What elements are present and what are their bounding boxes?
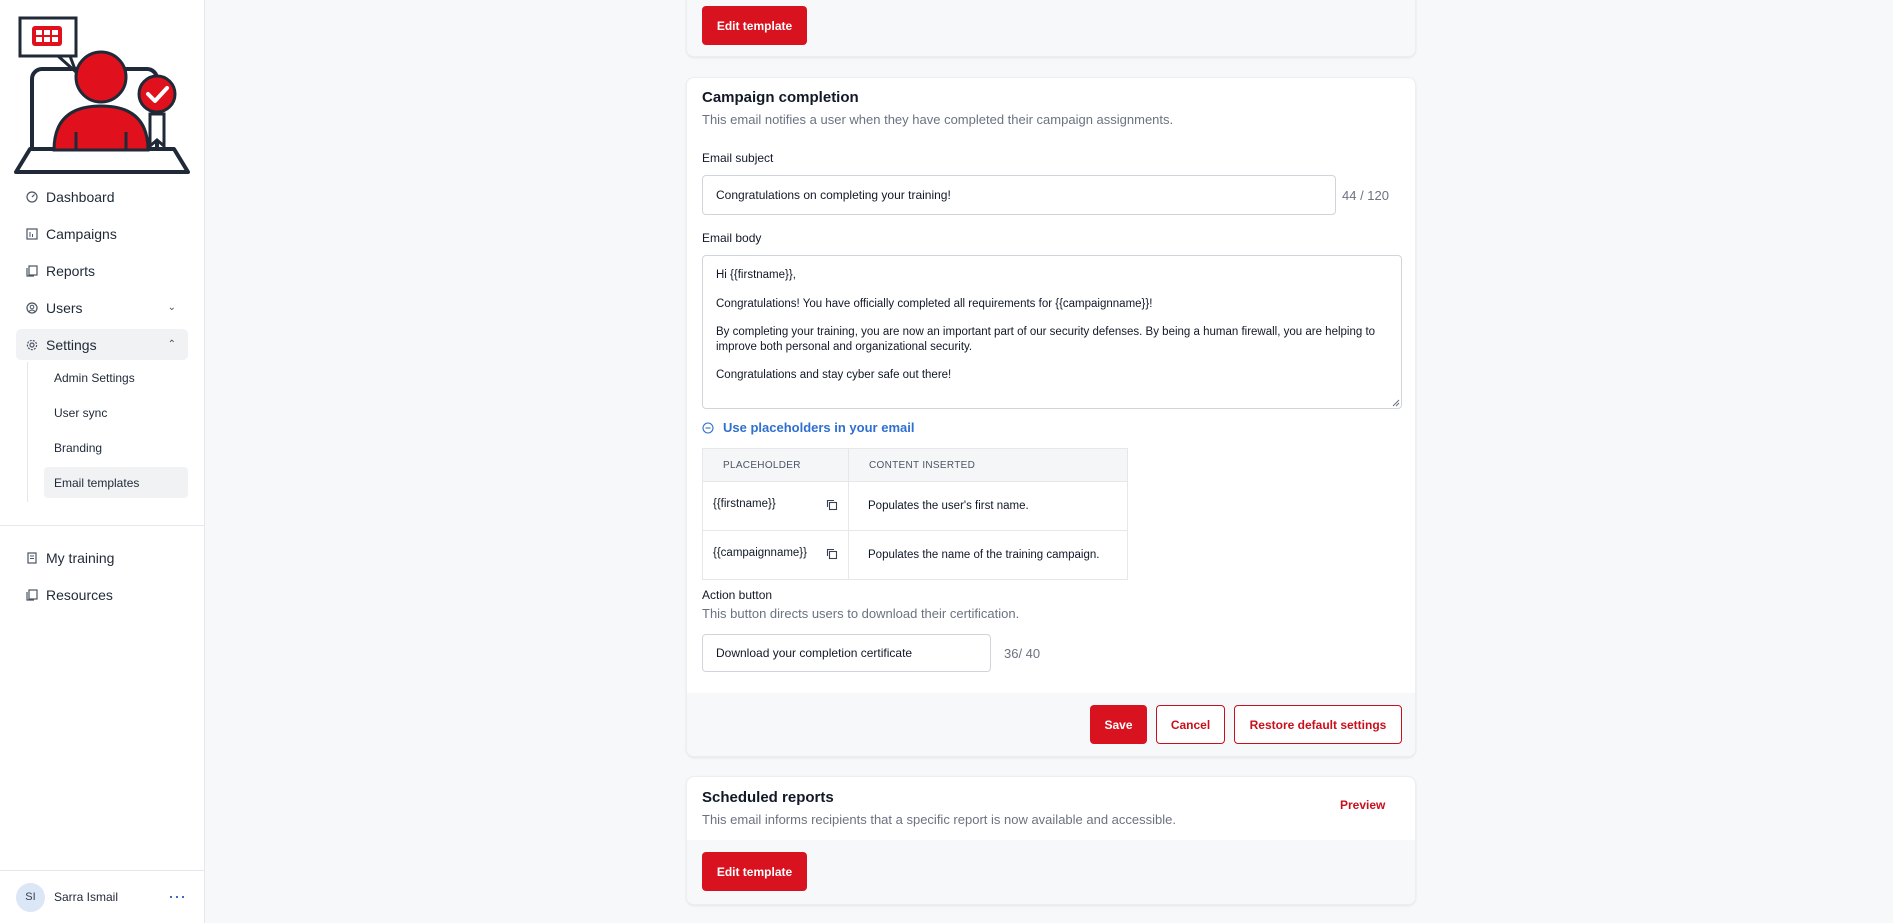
edit-template-button[interactable]: Edit template (702, 852, 807, 891)
email-subject-label: Email subject (702, 151, 774, 165)
copy-icon[interactable] (826, 499, 838, 514)
sidebar-item-settings[interactable]: Settings ⌃ (16, 329, 188, 360)
action-char-counter: 36/ 40 (1004, 646, 1041, 661)
sidebar-item-label: Reports (46, 262, 96, 279)
chevron-down-icon[interactable]: ⌄ (168, 302, 176, 313)
card-title: Scheduled reports (702, 789, 834, 806)
training-icon (26, 551, 38, 564)
sidebar-item-label: Campaigns (46, 225, 117, 242)
content-cell: Populates the name of the training campa… (848, 530, 1128, 580)
dashboard-icon (26, 190, 38, 203)
placeholders-toggle-label: Use placeholders in your email (723, 420, 915, 435)
more-options-icon[interactable]: ⋯ (168, 887, 187, 908)
sidebar-item-label: Users (46, 299, 83, 316)
placeholder-text: {{campaignname}} (713, 547, 807, 559)
body-line: Hi {{firstname}}, (716, 269, 796, 281)
card-footer: Save Cancel Restore default settings (687, 693, 1415, 756)
table-row: {{campaignname}} Populates the name of t… (702, 530, 1128, 580)
cancel-button[interactable]: Cancel (1156, 705, 1225, 744)
campaigns-icon (26, 227, 38, 240)
avatar[interactable]: SI (16, 882, 45, 912)
email-body-textarea[interactable]: Hi {{firstname}}, Congratulations! You h… (702, 255, 1402, 409)
campaign-completion-card: Campaign completion This email notifies … (686, 77, 1416, 757)
sidebar-item-branding[interactable]: Branding (28, 432, 188, 463)
copy-icon[interactable] (826, 548, 838, 563)
card-title: Campaign completion (702, 89, 859, 106)
sidebar: Dashboard Campaigns Reports Users ⌄ Sett… (0, 0, 205, 923)
sidebar-item-users[interactable]: Users ⌄ (16, 292, 188, 323)
previous-template-card: Edit template (686, 0, 1416, 57)
sidebar-divider (0, 525, 205, 526)
sidebar-item-label: My training (46, 549, 115, 566)
save-button[interactable]: Save (1090, 705, 1147, 744)
placeholder-cell: {{campaignname}} (702, 530, 849, 580)
scheduled-reports-card: Scheduled reports This email informs rec… (686, 776, 1416, 905)
sidebar-item-admin-settings[interactable]: Admin Settings (28, 362, 188, 393)
sidebar-item-label: Resources (46, 586, 113, 603)
training-illustration-logo (14, 16, 190, 174)
sidebar-item-campaigns[interactable]: Campaigns (16, 218, 188, 249)
sidebar-item-resources[interactable]: Resources (16, 579, 188, 610)
collapse-icon (702, 421, 714, 434)
body-line: Congratulations! You have officially com… (716, 298, 1153, 310)
sidebar-item-reports[interactable]: Reports (16, 255, 188, 286)
body-line: Congratulations and stay cyber safe out … (716, 369, 952, 381)
edit-template-button[interactable]: Edit template (702, 6, 807, 45)
card-description: This email informs recipients that a spe… (702, 812, 1176, 827)
placeholders-toggle[interactable]: Use placeholders in your email (702, 420, 914, 435)
sidebar-item-email-templates[interactable]: Email templates (44, 467, 188, 498)
main-nav: Dashboard Campaigns Reports Users ⌄ Sett… (16, 181, 188, 360)
sidebar-item-my-training[interactable]: My training (16, 542, 188, 573)
sidebar-item-dashboard[interactable]: Dashboard (16, 181, 188, 212)
chevron-up-icon[interactable]: ⌃ (168, 339, 176, 350)
placeholder-cell: {{firstname}} (702, 481, 849, 531)
action-button-label: Action button (702, 588, 773, 602)
card-description: This email notifies a user when they hav… (702, 112, 1174, 127)
secondary-nav: My training Resources (16, 542, 188, 610)
sidebar-item-label: Settings (46, 336, 97, 353)
sidebar-item-label: Dashboard (46, 188, 115, 205)
restore-default-button[interactable]: Restore default settings (1234, 705, 1402, 744)
settings-subnav: Admin Settings User sync Branding Email … (27, 362, 188, 502)
table-row: {{firstname}} Populates the user's first… (702, 481, 1128, 531)
resize-handle-icon[interactable] (1392, 399, 1400, 407)
email-body-label: Email body (702, 231, 762, 245)
placeholder-text: {{firstname}} (713, 498, 776, 510)
action-button-input[interactable]: Download your completion certificate (702, 634, 991, 672)
preview-link[interactable]: Preview (1340, 798, 1385, 812)
column-header-content: CONTENT INSERTED (848, 448, 1128, 482)
placeholders-table: PLACEHOLDER CONTENT INSERTED {{firstname… (702, 448, 1128, 580)
users-icon (26, 301, 38, 314)
email-subject-input[interactable]: Congratulations on completing your train… (702, 175, 1336, 215)
card-footer: Edit template (687, 840, 1415, 904)
column-header-placeholder: PLACEHOLDER (702, 448, 849, 482)
reports-icon (26, 264, 38, 277)
action-button-description: This button directs users to download th… (702, 606, 1020, 621)
user-menu: SI Sarra Ismail ⋯ (0, 870, 205, 923)
settings-icon (26, 339, 38, 351)
body-line: By completing your training, you are now… (716, 326, 1376, 353)
resources-icon (26, 588, 38, 601)
sidebar-item-user-sync[interactable]: User sync (28, 397, 188, 428)
table-header-row: PLACEHOLDER CONTENT INSERTED (702, 448, 1128, 482)
user-name: Sarra Ismail (54, 890, 119, 904)
subject-char-counter: 44 / 120 (1342, 188, 1389, 203)
content-cell: Populates the user's first name. (848, 481, 1128, 531)
